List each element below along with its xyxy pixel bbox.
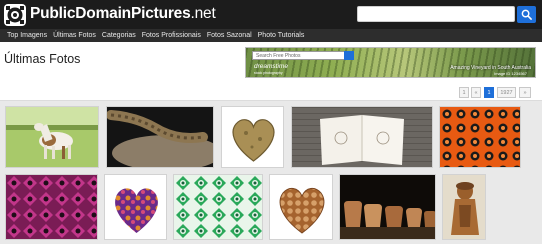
gallery-item-stone-heart[interactable] xyxy=(221,106,284,168)
snake-photo xyxy=(107,107,213,167)
pager-next-button[interactable]: » xyxy=(519,87,531,98)
site-logo-text[interactable]: PublicDomainPictures.net xyxy=(30,5,216,23)
nav-item-ultimas-fotos[interactable]: Últimas Fotos xyxy=(53,32,96,39)
main-content: Últimas Fotos Search Free Photos dreamst… xyxy=(0,42,542,244)
search-input[interactable] xyxy=(357,6,515,22)
pager-first-button[interactable]: 1 xyxy=(459,87,469,98)
nav-item-fotos-sazonal[interactable]: Fotos Sazonal xyxy=(207,32,252,39)
orange-pattern-photo xyxy=(440,107,520,167)
nav-item-categorias[interactable]: Categorias xyxy=(102,32,136,39)
gallery-item-snake[interactable] xyxy=(106,106,214,168)
crochet-heart-photo xyxy=(270,175,332,239)
gallery-item-floral-heart[interactable] xyxy=(104,174,167,240)
pony-photo xyxy=(6,107,98,167)
ad-search-button[interactable] xyxy=(344,51,354,60)
pottery-photo xyxy=(340,175,435,239)
gallery-item-pony[interactable] xyxy=(5,106,99,168)
gallery-item-magenta-pattern[interactable] xyxy=(5,174,98,240)
ad-banner[interactable]: Search Free Photos dreamstime stock phot… xyxy=(245,47,536,78)
logo-text-tld: .net xyxy=(190,5,216,22)
magenta-pattern-photo xyxy=(6,175,97,239)
green-pattern-photo xyxy=(174,175,262,239)
nav-item-top-imagens[interactable]: Top Imagens xyxy=(7,32,47,39)
pager-prev-button[interactable]: « xyxy=(471,87,481,98)
search-button[interactable] xyxy=(517,6,536,23)
ad-brand: dreamstime xyxy=(254,63,288,70)
nav-item-photo-tutorials[interactable]: Photo Tutorials xyxy=(258,32,305,39)
page-title: Últimas Fotos xyxy=(4,52,81,66)
gallery-item-wood-carving[interactable] xyxy=(442,174,486,240)
gallery-item-open-book[interactable] xyxy=(291,106,433,168)
ad-credit: Image ID 1234567 xyxy=(494,71,527,76)
gallery-item-crochet-heart[interactable] xyxy=(269,174,333,240)
site-header: PublicDomainPictures.net xyxy=(0,0,542,29)
ad-brand-subtitle: stock photography xyxy=(254,71,283,75)
floral-heart-photo xyxy=(105,175,166,239)
gallery-item-orange-pattern[interactable] xyxy=(439,106,521,168)
logo-text-light: Pictures xyxy=(130,5,191,22)
photo-gallery xyxy=(0,100,542,244)
pager-last-button[interactable]: 1927 xyxy=(497,87,516,98)
logo-icon[interactable] xyxy=(4,4,26,26)
logo-text-bold: PublicDomain xyxy=(30,5,131,22)
stone-heart-photo xyxy=(222,107,283,167)
ad-search-input[interactable]: Search Free Photos xyxy=(252,51,350,60)
main-nav: Top Imagens Últimas Fotos Categorias Fot… xyxy=(0,29,542,42)
search-icon xyxy=(521,9,532,20)
nav-item-fotos-profissionais[interactable]: Fotos Profissionais xyxy=(142,32,201,39)
gallery-item-green-pattern[interactable] xyxy=(173,174,263,240)
wood-carving-photo xyxy=(443,175,485,239)
gallery-item-pottery[interactable] xyxy=(339,174,436,240)
pager-current-page[interactable]: 1 xyxy=(484,87,494,98)
open-book-photo xyxy=(292,107,432,167)
